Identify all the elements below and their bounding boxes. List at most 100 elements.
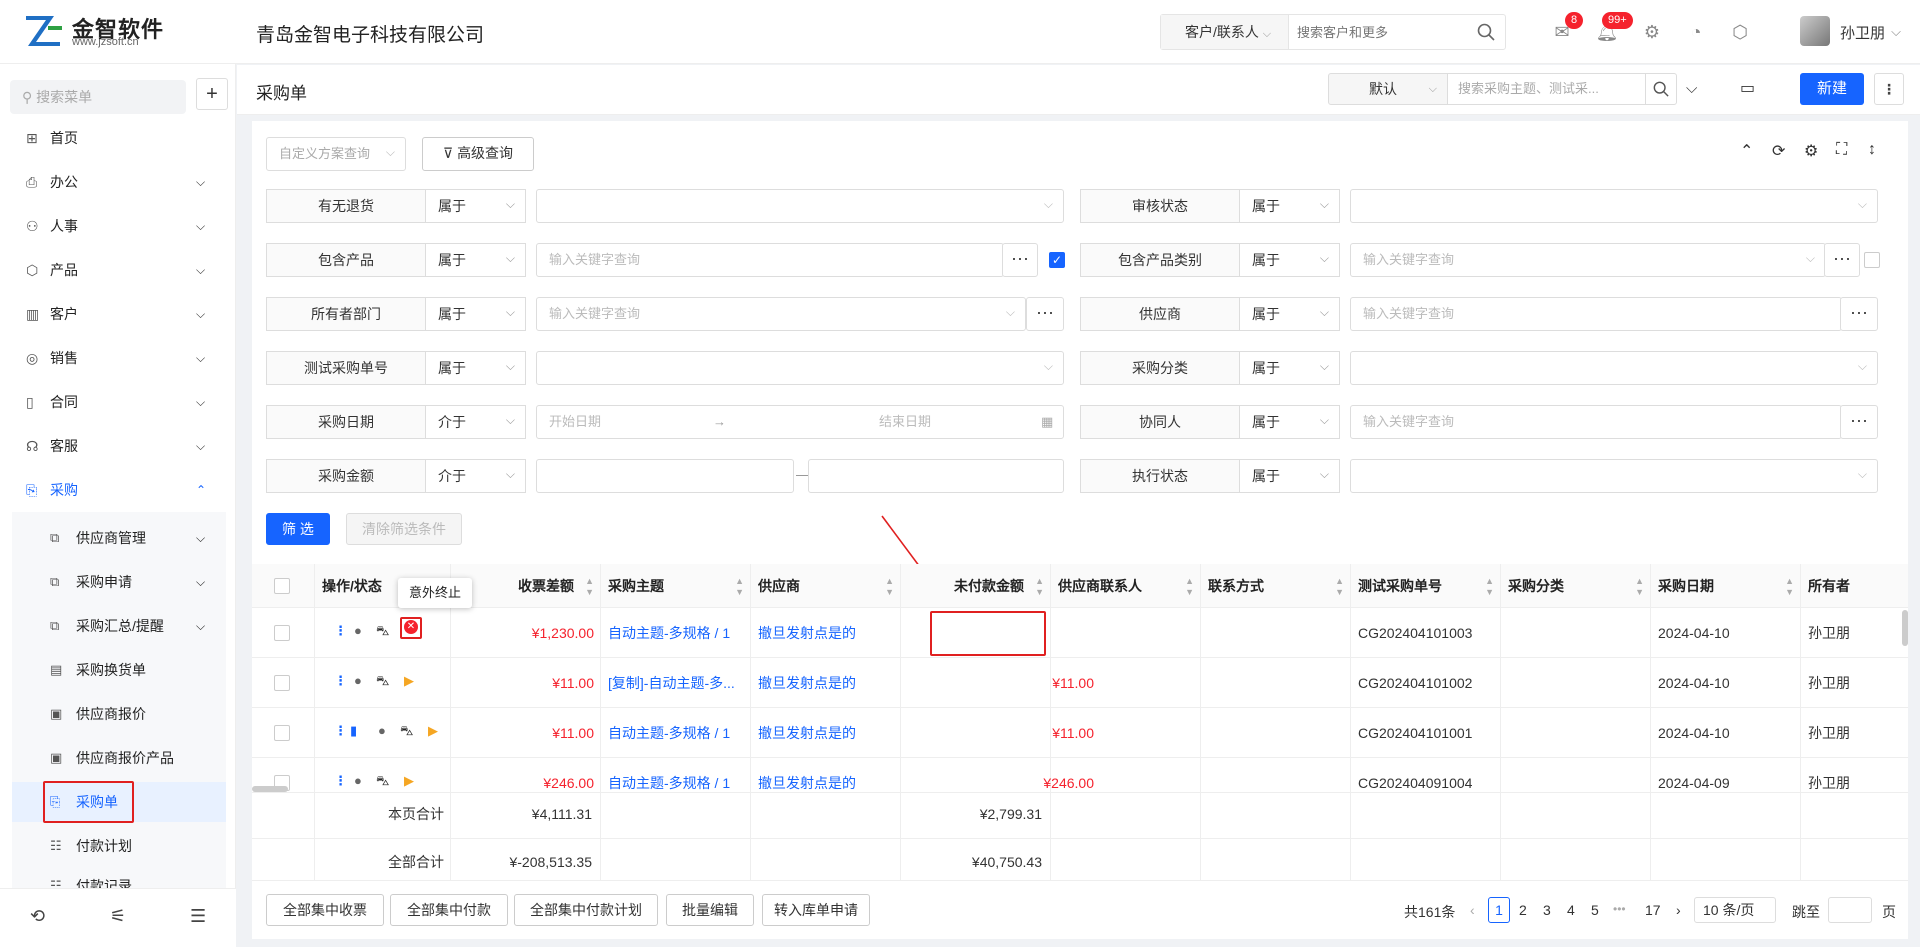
sidebar-subitem-supplier-quote[interactable]: ▣ 供应商报价: [12, 694, 226, 734]
global-search-input[interactable]: [1297, 21, 1467, 43]
goto-page-input[interactable]: [1828, 897, 1872, 923]
filter-value-input[interactable]: 输入关键字查询: [1350, 405, 1842, 439]
filter-value-select[interactable]: [1350, 350, 1878, 385]
row-checkbox[interactable]: [274, 675, 290, 691]
filter-value-select[interactable]: [536, 350, 1064, 385]
search-scope-select[interactable]: 客户/联系人 ⌵: [1161, 15, 1289, 49]
more-dots-icon[interactable]: ···: [1026, 297, 1064, 331]
sidebar-item-purchase[interactable]: ⎘ 采购 ⌃: [0, 470, 236, 510]
row-menu-icon[interactable]: ⋮: [334, 673, 347, 689]
row-menu-icon[interactable]: ⋮: [334, 623, 347, 639]
filter-operator-select[interactable]: 属于: [1240, 188, 1340, 223]
filter-value-select[interactable]: [1350, 188, 1878, 223]
include-sub-checkbox[interactable]: ✓: [1049, 252, 1065, 268]
sidebar-item-office[interactable]: ⎙ 办公 ⌵: [0, 162, 236, 202]
column-header[interactable]: 未付款金额 ▲ ▼: [900, 564, 1050, 608]
table-row[interactable]: ⋮ ● ⛍ ✕ ¥1,230.00 自动主题-多规格 / 1 撤旦发射点是的 C…: [252, 608, 1908, 658]
more-dots-icon[interactable]: ···: [1840, 297, 1878, 331]
filter-value-select[interactable]: [1350, 458, 1878, 493]
sidebar-subitem-purchase-request[interactable]: ⧉ 采购申请 ⌵: [12, 562, 226, 602]
view-select[interactable]: 默认 ⌵: [1328, 73, 1448, 105]
filter-value-input[interactable]: 输入关键字查询: [536, 243, 1004, 277]
advanced-query-button[interactable]: ⊽ 高级查询: [422, 137, 534, 171]
row-menu-icon[interactable]: ⋮: [334, 773, 347, 789]
filter-operator-select[interactable]: 介于: [426, 458, 526, 493]
supplier-link[interactable]: 撤旦发射点是的: [758, 708, 898, 758]
refresh-icon[interactable]: ⟳: [1772, 141, 1785, 161]
filter-button[interactable]: 筛 选: [266, 513, 330, 545]
table-row[interactable]: ⋮ ● ⛍ ▶ ¥11.00 [复制]-自动主题-多... 撤旦发射点是的 ¥1…: [252, 658, 1908, 708]
page-1[interactable]: 1: [1488, 897, 1510, 923]
sidebar-subitem-payment-plan[interactable]: ☷ 付款计划: [12, 826, 226, 866]
avatar[interactable]: [1800, 16, 1830, 46]
amount-max-input[interactable]: [808, 459, 1064, 493]
filter-operator-select[interactable]: 介于: [426, 404, 526, 439]
column-header[interactable]: 测试采购单号 ▲ ▼: [1350, 564, 1500, 608]
batch-payment-plan-button[interactable]: 全部集中付款计划: [514, 894, 658, 926]
filter-operator-select[interactable]: 属于: [426, 242, 526, 277]
select-all-checkbox[interactable]: [274, 578, 290, 594]
monitor-icon[interactable]: ▭: [1740, 78, 1755, 98]
more-options-icon[interactable]: ⋮: [1874, 73, 1904, 105]
sidebar-item-product[interactable]: ⬡ 产品 ⌵: [0, 250, 236, 290]
table-row[interactable]: ⋮ ● ⛍ ▶ ¥246.00 自动主题-多规格 / 1 撤旦发射点是的 ¥24…: [252, 758, 1908, 792]
fullscreen-icon[interactable]: ⛶: [1836, 141, 1847, 159]
row-checkbox[interactable]: [274, 625, 290, 641]
sidebar-item-service[interactable]: ☊ 客服 ⌵: [0, 426, 236, 466]
more-dots-icon[interactable]: ···: [1824, 243, 1860, 277]
column-header[interactable]: 采购分类 ▲ ▼: [1500, 564, 1650, 608]
new-button[interactable]: 新建: [1800, 73, 1864, 105]
column-header[interactable]: 联系方式 ▲ ▼: [1200, 564, 1350, 608]
page-size-select[interactable]: 10 条/页: [1694, 897, 1776, 923]
settings-icon[interactable]: ⚙: [1804, 141, 1818, 161]
menu-search-input[interactable]: ⚲ 搜索菜单: [10, 80, 186, 114]
batch-receipt-button[interactable]: 全部集中收票: [266, 894, 384, 926]
filter-operator-select[interactable]: 属于: [1240, 242, 1340, 277]
filter-value-input[interactable]: 输入关键字查询: [536, 296, 1026, 331]
next-page-icon[interactable]: ›: [1676, 902, 1681, 918]
page-search-input[interactable]: 搜索采购主题、测试采...: [1448, 73, 1646, 105]
page-ellipsis[interactable]: •••: [1613, 902, 1626, 916]
chevron-down-icon[interactable]: ⌵: [1884, 20, 1908, 44]
prev-page-icon[interactable]: ‹: [1470, 902, 1475, 918]
gear-icon[interactable]: ⚙: [1640, 20, 1664, 44]
subject-link[interactable]: 自动主题-多规格 / 1: [608, 758, 748, 792]
clear-filter-button[interactable]: 清除筛选条件: [346, 513, 462, 545]
column-header[interactable]: 供应商联系人 ▲ ▼: [1050, 564, 1200, 608]
page-4[interactable]: 4: [1567, 902, 1575, 918]
batch-payment-button[interactable]: 全部集中付款: [390, 894, 508, 926]
supplier-link[interactable]: 撤旦发射点是的: [758, 758, 898, 792]
amount-min-input[interactable]: [536, 459, 794, 493]
search-icon[interactable]: [1477, 23, 1495, 41]
sidebar-subitem-payment-record[interactable]: ☷ 付款记录: [12, 866, 226, 888]
subject-link[interactable]: [复制]-自动主题-多...: [608, 658, 748, 708]
include-sub-category-checkbox[interactable]: [1864, 252, 1880, 268]
page-17[interactable]: 17: [1645, 902, 1661, 918]
filter-value-input[interactable]: 输入关键字查询: [1350, 242, 1826, 277]
in-progress-status-icon[interactable]: ▶: [404, 773, 414, 789]
custom-scheme-select[interactable]: 自定义方案查询: [266, 136, 406, 171]
sidebar-subitem-exchange[interactable]: ▤ 采购换货单: [12, 650, 226, 690]
collapse-menu-icon[interactable]: ☰: [190, 906, 206, 927]
in-progress-status-icon[interactable]: ▶: [428, 723, 438, 739]
cube-icon[interactable]: ⬡: [1728, 20, 1752, 44]
filter-operator-select[interactable]: 属于: [1240, 350, 1340, 385]
filter-operator-select[interactable]: 属于: [1240, 296, 1340, 331]
filter-operator-select[interactable]: 属于: [426, 188, 526, 223]
vertical-scrollbar[interactable]: [1902, 610, 1908, 646]
sidebar-item-customer[interactable]: ▥ 客户 ⌵: [0, 294, 236, 334]
column-header[interactable]: 供应商 ▲ ▼: [750, 564, 900, 608]
sidebar-item-contract[interactable]: ▯ 合同 ⌵: [0, 382, 236, 422]
row-height-icon[interactable]: ↕: [1868, 141, 1876, 159]
start-date-input[interactable]: 开始日期: [549, 406, 601, 438]
subject-link[interactable]: 自动主题-多规格 / 1: [608, 708, 748, 758]
filter-value-input[interactable]: 输入关键字查询: [1350, 297, 1842, 331]
supplier-link[interactable]: 撤旦发射点是的: [758, 608, 898, 658]
add-menu-button[interactable]: +: [196, 78, 228, 110]
page-2[interactable]: 2: [1519, 902, 1527, 918]
sidebar-subitem-supplier-quote-product[interactable]: ▣ 供应商报价产品: [12, 738, 226, 778]
date-range-picker[interactable]: 开始日期 → 结束日期 ▦: [536, 405, 1064, 439]
filter-value-select[interactable]: [536, 188, 1064, 223]
settings-sliders-icon[interactable]: ⚟: [110, 906, 126, 927]
collapse-up-icon[interactable]: ⌃: [1740, 141, 1753, 161]
